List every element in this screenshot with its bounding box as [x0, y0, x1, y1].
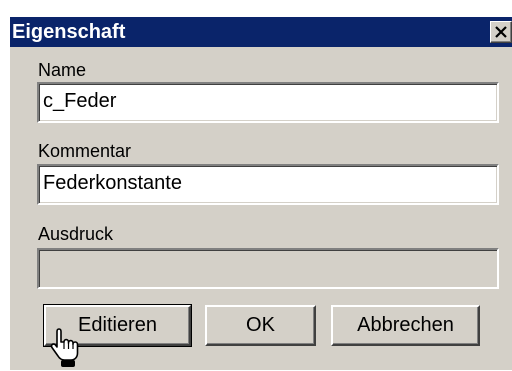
name-label: Name — [38, 60, 87, 80]
close-icon — [495, 26, 507, 38]
hand-pointer-icon — [50, 328, 79, 367]
dialog-title: Eigenschaft — [12, 21, 126, 43]
expression-field — [37, 248, 499, 289]
cancel-button[interactable]: Abbrechen — [331, 305, 480, 346]
ok-button[interactable]: OK — [205, 305, 316, 346]
name-field[interactable]: c_Feder — [37, 82, 499, 123]
title-bar: Eigenschaft — [10, 17, 512, 47]
comment-label: Kommentar — [38, 141, 132, 161]
properties-dialog: Eigenschaft Name c_Feder Kommentar Feder… — [10, 17, 512, 370]
close-button[interactable] — [490, 21, 512, 43]
comment-field[interactable]: Federkonstante — [37, 164, 499, 205]
expression-label: Ausdruck — [38, 224, 114, 244]
background-strip — [0, 0, 512, 17]
